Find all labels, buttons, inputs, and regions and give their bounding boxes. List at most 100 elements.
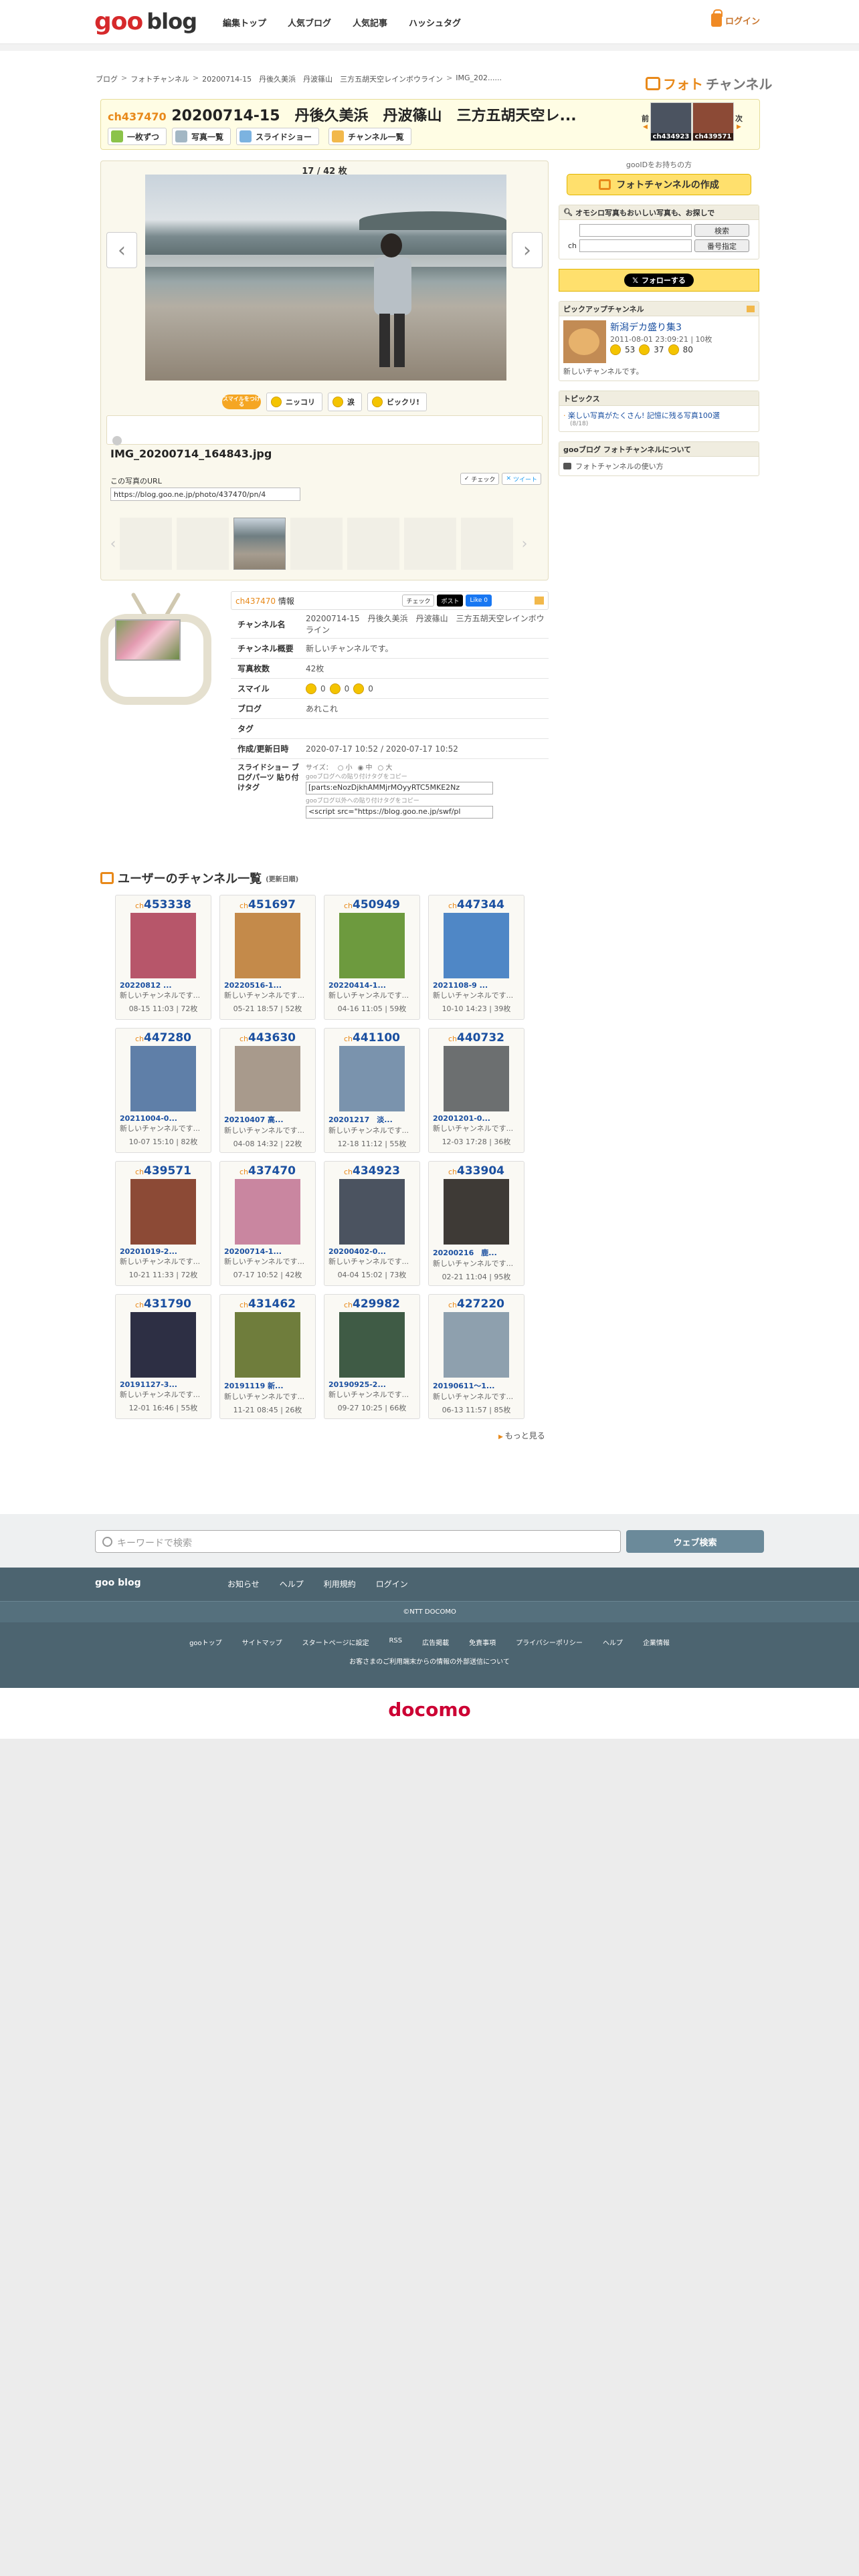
card-channel-name[interactable]: 20190611〜1... <box>429 1380 524 1391</box>
card-channel-id[interactable]: ch450949 <box>324 898 419 911</box>
tab-photo-list[interactable]: 写真一覧 <box>172 128 231 145</box>
thumbnail[interactable] <box>290 518 343 570</box>
channel-card[interactable]: ch447280 20211004-0... 新しいチャンネルです... 10-07 … <box>115 1028 211 1153</box>
card-thumbnail[interactable] <box>339 1312 405 1378</box>
channel-card[interactable]: ch441100 20201217 淡... 新しいチャンネルです... 12-18 … <box>324 1028 420 1153</box>
goo-blog-logo[interactable]: goo blog <box>94 7 197 36</box>
card-channel-id[interactable]: ch427220 <box>429 1297 524 1311</box>
footer-search-input[interactable]: キーワードで検索 <box>95 1530 621 1553</box>
card-channel-id[interactable]: ch447280 <box>116 1031 211 1045</box>
footer-link-help[interactable]: ヘルプ <box>280 1578 304 1590</box>
about-link[interactable]: フォトチャンネルの使い方 <box>575 461 664 471</box>
photochannel-logo[interactable]: フォト チャンネル <box>646 74 772 93</box>
channel-card[interactable]: ch434923 20200402-0... 新しいチャンネルです... 04-04 … <box>324 1161 420 1286</box>
channel-card[interactable]: ch450949 20220414-1... 新しいチャンネルです... 04-16 … <box>324 895 420 1020</box>
card-channel-name[interactable]: 20200714-1... <box>220 1247 315 1256</box>
channel-card[interactable]: ch443630 20210407 高... 新しいチャンネルです... 04-08 … <box>219 1028 316 1153</box>
channel-card[interactable]: ch451697 20220516-1... 新しいチャンネルです... 05-21 … <box>219 895 316 1020</box>
prev-photo-button[interactable]: ‹ <box>106 232 137 268</box>
card-channel-name[interactable]: 20200216 鹿... <box>429 1247 524 1258</box>
tab-single[interactable]: 一枚ずつ <box>108 128 167 145</box>
footer-link-disclaimer[interactable]: 免責事項 <box>469 1637 496 1647</box>
card-thumbnail[interactable] <box>339 1046 405 1111</box>
card-channel-name[interactable]: 20220414-1... <box>324 981 419 990</box>
breadcrumb-blog[interactable]: ブログ <box>96 74 118 84</box>
follow-x-button[interactable]: 𝕏 フォローする <box>624 274 694 287</box>
number-button[interactable]: 番号指定 <box>694 239 749 252</box>
card-channel-id[interactable]: ch429982 <box>324 1297 419 1311</box>
react-surprise-button[interactable]: ビックリ! <box>367 393 427 411</box>
card-channel-name[interactable]: 20220812 ... <box>116 981 211 990</box>
card-channel-name[interactable]: 20201201-0... <box>429 1114 524 1123</box>
channel-number-input[interactable] <box>579 239 692 252</box>
footer-notice[interactable]: お客さまのご利用端末からの情報の外部送信について <box>0 1656 859 1666</box>
breadcrumb-channel[interactable]: 20200714-15 丹後久美浜 丹波篠山 三方五胡天空レインボウライン <box>202 74 443 84</box>
channel-tv-thumb[interactable] <box>100 591 211 718</box>
card-thumbnail[interactable] <box>130 913 196 978</box>
thumbnail[interactable] <box>404 518 456 570</box>
info-check-button[interactable]: チェック <box>402 595 435 607</box>
search-button[interactable]: 検索 <box>694 224 749 237</box>
card-channel-id[interactable]: ch439571 <box>116 1164 211 1178</box>
footer-link-goo-top[interactable]: gooトップ <box>189 1637 222 1647</box>
tab-channel-list[interactable]: チャンネル一覧 <box>328 128 411 145</box>
prev-channel[interactable]: 前 ◀ ch434923 <box>642 102 692 141</box>
card-thumbnail[interactable] <box>444 913 509 978</box>
footer-link-rss[interactable]: RSS <box>389 1637 402 1647</box>
card-thumbnail[interactable] <box>235 1179 300 1245</box>
card-channel-id[interactable]: ch453338 <box>116 898 211 911</box>
card-channel-name[interactable]: 20211004-0... <box>116 1114 211 1123</box>
thumbnail[interactable] <box>347 518 399 570</box>
card-channel-name[interactable]: 20201217 淡... <box>324 1114 419 1125</box>
footer-link-privacy[interactable]: プライバシーポリシー <box>516 1637 583 1647</box>
channel-card[interactable]: ch429982 20190925-2... 新しいチャンネルです... 09-27 … <box>324 1294 420 1419</box>
card-channel-id[interactable]: ch441100 <box>324 1031 419 1045</box>
channel-card[interactable]: ch427220 20190611〜1... 新しいチャンネルです... 06-13 … <box>428 1294 524 1419</box>
thumb-next-icon[interactable]: › <box>518 536 531 552</box>
footer-link-help2[interactable]: ヘルプ <box>603 1637 623 1647</box>
docomo-logo[interactable]: docomo <box>0 1699 859 1721</box>
breadcrumb-photochannel[interactable]: フォトチャンネル <box>130 74 189 84</box>
info-post-button[interactable]: ポスト <box>437 595 464 607</box>
next-photo-button[interactable]: › <box>512 232 543 268</box>
login-link[interactable]: ログイン <box>710 9 760 27</box>
topics-item[interactable]: · 楽しい写真がたくさん! 記憶に残る写真100選 <box>563 410 755 421</box>
card-thumbnail[interactable] <box>339 913 405 978</box>
footer-link-ads[interactable]: 広告掲載 <box>422 1637 449 1647</box>
channel-card[interactable]: ch439571 20201019-2... 新しいチャンネルです... 10-21 … <box>115 1161 211 1286</box>
nav-edit-top[interactable]: 編集トップ <box>223 16 266 29</box>
footer-link-news[interactable]: お知らせ <box>227 1578 260 1590</box>
prev-channel-thumb[interactable]: ch434923 <box>650 102 692 141</box>
card-channel-id[interactable]: ch431790 <box>116 1297 211 1311</box>
card-channel-id[interactable]: ch437470 <box>220 1164 315 1178</box>
card-thumbnail[interactable] <box>235 1046 300 1111</box>
next-channel-thumb[interactable]: ch439571 <box>692 102 734 141</box>
footer-link-company[interactable]: 企業情報 <box>643 1637 670 1647</box>
card-thumbnail[interactable] <box>444 1046 509 1111</box>
card-thumbnail[interactable] <box>235 1312 300 1378</box>
more-link[interactable]: もっと見る <box>498 1430 545 1441</box>
channel-card[interactable]: ch447344 2021108-9 ... 新しいチャンネルです... 10-10 … <box>428 895 524 1020</box>
create-channel-button[interactable]: フォトチャンネルの作成 <box>567 174 751 195</box>
card-thumbnail[interactable] <box>444 1312 509 1378</box>
channel-card[interactable]: ch431790 20191127-3... 新しいチャンネルです... 12-01 … <box>115 1294 211 1419</box>
card-channel-name[interactable]: 20200402-0... <box>324 1247 419 1256</box>
info-blog-value[interactable]: あれこれ <box>306 700 549 717</box>
card-thumbnail[interactable] <box>339 1179 405 1245</box>
nav-hashtag[interactable]: ハッシュタグ <box>409 16 461 29</box>
card-channel-id[interactable]: ch440732 <box>429 1031 524 1045</box>
rss-icon[interactable] <box>747 305 755 312</box>
channel-card[interactable]: ch453338 20220812 ... 新しいチャンネルです... 08-15 1… <box>115 895 211 1020</box>
card-thumbnail[interactable] <box>130 1046 196 1111</box>
main-photo[interactable] <box>145 175 506 381</box>
card-channel-id[interactable]: ch443630 <box>220 1031 315 1045</box>
goo-embed-tag-field[interactable]: [parts:eNozDjkhAMMjrMOyyRTC5MKE2Nz <box>306 782 493 794</box>
card-thumbnail[interactable] <box>444 1179 509 1245</box>
mail-icon[interactable] <box>535 597 544 605</box>
card-channel-name[interactable]: 20201019-2... <box>116 1247 211 1256</box>
thumbnail[interactable] <box>461 518 513 570</box>
size-medium-radio[interactable]: ◉ 中 <box>358 762 373 772</box>
thumbnail[interactable] <box>120 518 172 570</box>
footer-link-startpage[interactable]: スタートページに設定 <box>302 1637 369 1647</box>
channel-card[interactable]: ch431462 20191119 新... 新しいチャンネルです... 11-21 … <box>219 1294 316 1419</box>
